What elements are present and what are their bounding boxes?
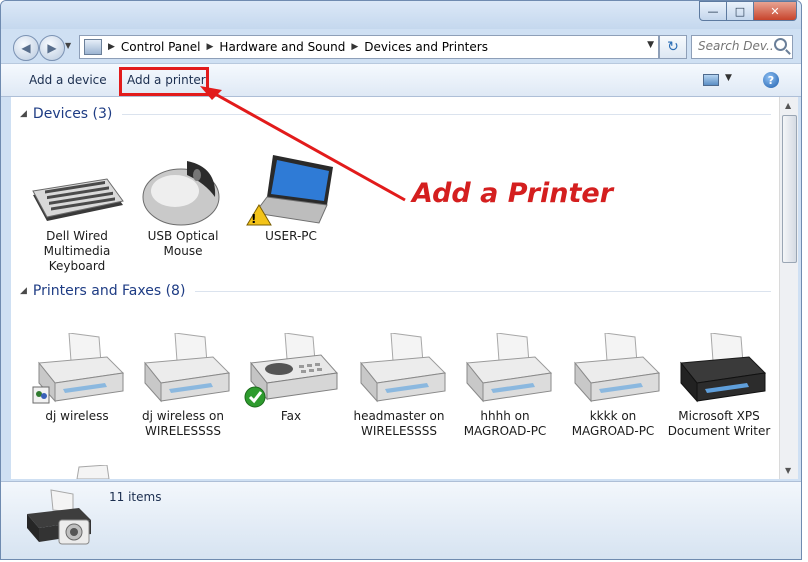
printer-label: headmaster on WIRELESSSS	[353, 409, 445, 438]
view-options-dropdown[interactable]: ▼	[725, 73, 732, 83]
minimize-button[interactable]: —	[699, 1, 727, 21]
title-bar: — □ ✕	[1, 1, 801, 29]
scroll-down-icon[interactable]: ▼	[785, 466, 791, 475]
xps-printer-icon	[671, 332, 767, 409]
group-divider	[122, 113, 771, 115]
printer-partial[interactable]	[65, 464, 125, 479]
address-bar[interactable]: ▶ Control Panel ▶ Hardware and Sound ▶ D…	[79, 35, 659, 59]
group-title-printers: Printers and Faxes (8)	[32, 283, 186, 299]
search-input[interactable]	[692, 36, 774, 56]
search-icon[interactable]	[774, 38, 787, 51]
group-title-devices: Devices (3)	[32, 106, 113, 122]
device-mouse[interactable]: USB Optical Mouse	[131, 153, 235, 259]
close-button[interactable]: ✕	[753, 1, 797, 21]
printer-hhhh[interactable]: hhhh on MAGROAD-PC	[453, 332, 557, 439]
printer-dj-wireless-on-wirelessss[interactable]: dj wireless on WIRELESSSS	[131, 332, 235, 439]
collapse-arrow-icon[interactable]: ◢	[20, 109, 27, 119]
keyboard-icon	[29, 153, 125, 229]
search-box[interactable]	[691, 35, 793, 59]
collapse-arrow-icon[interactable]: ◢	[20, 286, 27, 296]
window-controls: — □ ✕	[699, 1, 797, 21]
printer-label: kkkk on MAGROAD-PC	[571, 409, 655, 438]
group-divider	[195, 290, 771, 292]
breadcrumb-separator[interactable]: ▶	[207, 42, 214, 52]
printer-kkkk[interactable]: kkkk on MAGROAD-PC	[561, 332, 665, 439]
address-dropdown-icon[interactable]: ▼	[647, 40, 654, 50]
forward-arrow-icon: ▶	[47, 41, 57, 55]
item-count: 11 items	[109, 490, 162, 504]
mouse-icon	[135, 153, 231, 229]
printer-label: Microsoft XPS Document Writer	[667, 409, 771, 438]
breadcrumb-devices-and-printers[interactable]: Devices and Printers	[364, 40, 488, 54]
group-header-printers[interactable]: ◢ Printers and Faxes (8)	[11, 283, 771, 299]
breadcrumb-separator[interactable]: ▶	[351, 42, 358, 52]
recent-pages-dropdown[interactable]: ▼	[65, 41, 71, 50]
printer-icon	[351, 332, 447, 409]
forward-button[interactable]: ▶	[39, 35, 65, 61]
control-panel-icon	[84, 39, 102, 55]
group-header-devices[interactable]: ◢ Devices (3)	[11, 106, 771, 122]
printer-icon	[565, 332, 661, 409]
svg-text:!: !	[251, 212, 256, 226]
printer-icon	[135, 332, 231, 409]
breadcrumb-hardware-and-sound[interactable]: Hardware and Sound	[219, 40, 345, 54]
fax-icon	[243, 332, 339, 409]
device-keyboard[interactable]: Dell Wired Multimedia Keyboard	[25, 153, 129, 274]
breadcrumb-control-panel[interactable]: Control Panel	[121, 40, 201, 54]
device-label: USER-PC	[265, 229, 317, 243]
back-arrow-icon: ◀	[21, 41, 31, 55]
printer-fax[interactable]: Fax	[239, 332, 343, 424]
breadcrumb-separator[interactable]: ▶	[108, 42, 115, 52]
printer-icon	[29, 332, 125, 409]
printer-label: dj wireless	[45, 409, 109, 423]
printer-dj-wireless[interactable]: dj wireless	[25, 332, 129, 424]
printer-headmaster[interactable]: headmaster on WIRELESSSS	[347, 332, 451, 439]
refresh-icon: ↻	[667, 39, 679, 55]
laptop-icon: !	[243, 153, 339, 229]
add-device-button[interactable]: Add a device	[29, 73, 107, 87]
device-label: USB Optical Mouse	[147, 229, 219, 258]
details-pane: 11 items	[1, 481, 801, 559]
back-button[interactable]: ◀	[13, 35, 39, 61]
printer-microsoft-xps[interactable]: Microsoft XPS Document Writer	[667, 332, 771, 439]
devices-pane: ◢ Devices (3) Dell Wired Multimedia Keyb…	[11, 97, 779, 479]
change-view-icon[interactable]	[703, 74, 719, 86]
scroll-thumb[interactable]	[782, 115, 797, 263]
printer-label: Fax	[280, 409, 302, 423]
vertical-scrollbar[interactable]: ▲ ▼	[779, 97, 798, 479]
scroll-up-icon[interactable]: ▲	[785, 101, 791, 110]
printer-label: hhhh on MAGROAD-PC	[463, 409, 547, 438]
highlight-box	[119, 67, 209, 96]
printer-icon	[457, 332, 553, 409]
device-label: Dell Wired Multimedia Keyboard	[43, 229, 111, 273]
device-user-pc[interactable]: ! USER-PC	[239, 153, 343, 244]
annotation-text: Add a Printer	[412, 178, 614, 209]
help-button[interactable]: ?	[763, 72, 779, 88]
maximize-button[interactable]: □	[726, 1, 754, 21]
printer-label: dj wireless on WIRELESSSS	[142, 409, 224, 438]
printer-camera-icon	[23, 488, 95, 552]
address-row: ◀ ▶ ▼ ▶ Control Panel ▶ Hardware and Sou…	[1, 31, 801, 61]
refresh-button[interactable]: ↻	[659, 35, 687, 59]
